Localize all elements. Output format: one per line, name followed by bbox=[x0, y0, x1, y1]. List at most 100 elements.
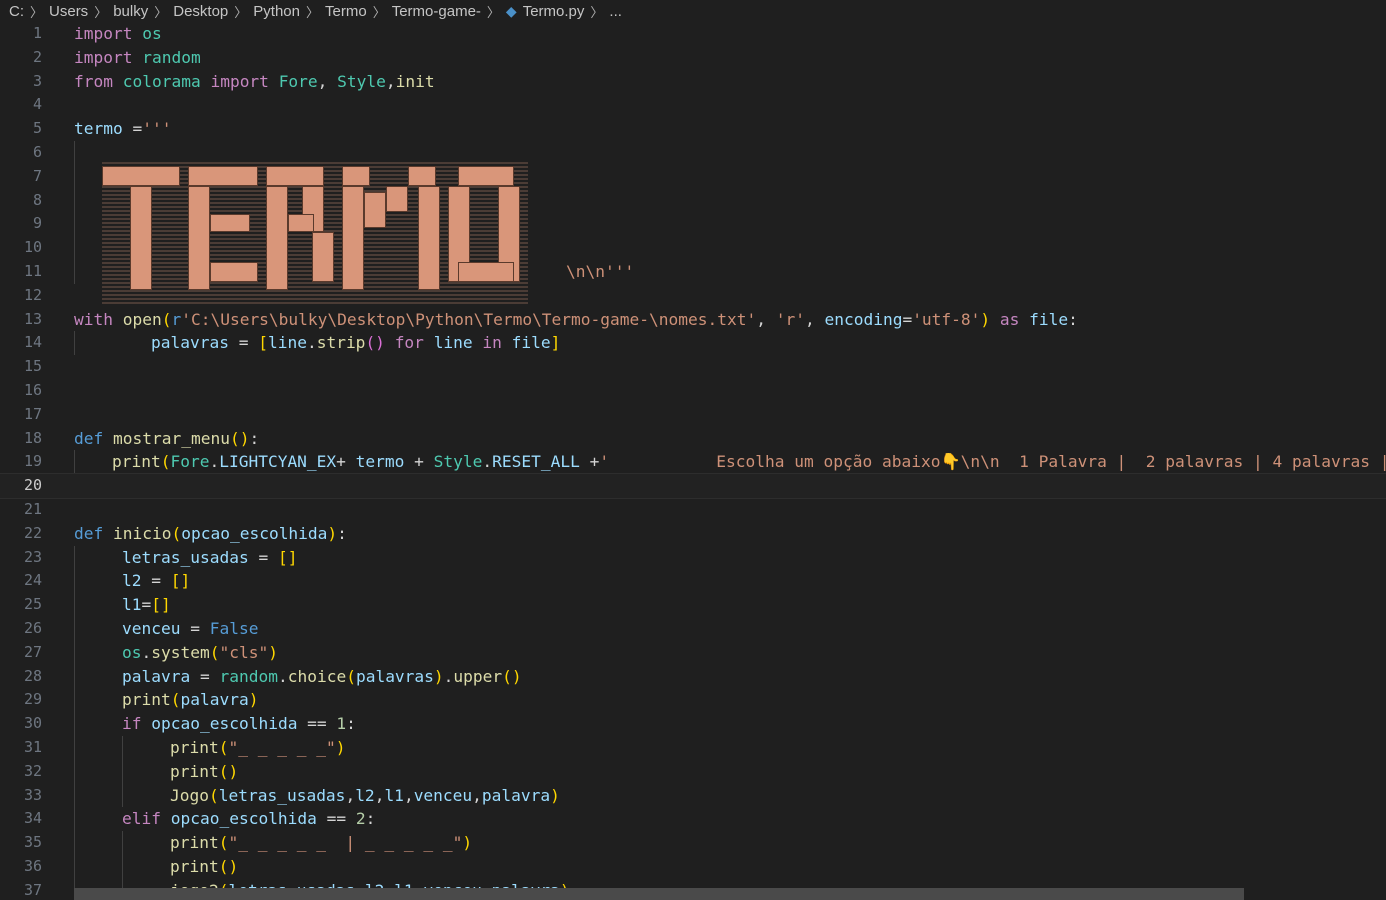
code-line[interactable]: 19 print(Fore.LIGHTCYAN_EX+ termo + Style… bbox=[0, 450, 1386, 475]
breadcrumb-file[interactable]: Termo.py bbox=[523, 3, 585, 20]
line-number: 20 bbox=[23, 476, 42, 495]
chevron-right-icon: 〉 bbox=[590, 4, 604, 20]
code-line[interactable]: 24 l2 = [] bbox=[0, 569, 1386, 594]
breadcrumb-python[interactable]: Python bbox=[253, 3, 300, 20]
code-line[interactable]: 18 def mostrar_menu(): bbox=[0, 427, 1386, 451]
breadcrumb-termo-game[interactable]: Termo-game- bbox=[392, 3, 481, 20]
line-number: 35 bbox=[23, 833, 42, 852]
code-line[interactable]: 27 os.system("cls") bbox=[0, 640, 1386, 665]
line-number: 12 bbox=[23, 285, 42, 304]
breadcrumb-bulky[interactable]: bulky bbox=[113, 3, 148, 20]
code-line[interactable]: 25 l1=[] bbox=[0, 593, 1386, 617]
line-number: 14 bbox=[23, 333, 42, 352]
code-line[interactable]: 17 bbox=[0, 403, 1386, 427]
indent-guide bbox=[74, 593, 75, 617]
indent-guide bbox=[74, 188, 75, 213]
code-line[interactable]: 31 print("_ _ _ _ _") bbox=[0, 735, 1386, 760]
chevron-right-icon: 〉 bbox=[372, 4, 386, 20]
code-text: print("_ _ _ _ _") bbox=[170, 737, 346, 757]
code-line[interactable]: 6 bbox=[0, 140, 1386, 165]
indent-guide bbox=[74, 140, 75, 165]
line-number: 9 bbox=[32, 214, 42, 233]
code-line[interactable]: 36 print() bbox=[0, 854, 1386, 879]
line-number: 8 bbox=[32, 190, 42, 209]
code-text: letras_usadas = [] bbox=[122, 547, 298, 567]
code-line[interactable]: 26 venceu = False bbox=[0, 616, 1386, 641]
breadcrumb-drive[interactable]: C: bbox=[9, 3, 24, 20]
indent-guide bbox=[74, 545, 75, 570]
code-text: def inicio(opcao_escolhida): bbox=[74, 523, 347, 543]
code-line[interactable]: 9 bbox=[0, 212, 1386, 237]
line-number: 2 bbox=[32, 47, 42, 66]
code-line[interactable]: 15 bbox=[0, 355, 1386, 379]
pointing-down-hand-icon: 👇 bbox=[940, 452, 961, 472]
horizontal-scrollbar[interactable] bbox=[74, 888, 1244, 900]
code-line[interactable]: 11 \n\n''' bbox=[0, 259, 1386, 284]
indent-guide bbox=[74, 735, 75, 760]
indent-guide bbox=[122, 735, 123, 760]
code-text: if opcao_escolhida == 1: bbox=[122, 714, 356, 734]
line-number: 18 bbox=[23, 428, 42, 447]
code-text: import random bbox=[74, 47, 201, 67]
code-line[interactable]: 23 letras_usadas = [] bbox=[0, 545, 1386, 570]
chevron-right-icon: 〉 bbox=[234, 4, 248, 20]
code-line[interactable]: 2 import random bbox=[0, 46, 1386, 70]
code-text: palavra = random.choice(palavras).upper(… bbox=[122, 666, 522, 686]
indent-guide bbox=[74, 259, 75, 284]
indent-guide bbox=[74, 688, 75, 713]
breadcrumb-termo[interactable]: Termo bbox=[325, 3, 367, 20]
line-number: 27 bbox=[23, 642, 42, 661]
code-text: Jogo(letras_usadas,l2,l1,venceu,palavra) bbox=[170, 785, 560, 805]
code-line[interactable]: 13 with open(r'C:\Users\bulky\Desktop\Pyt… bbox=[0, 308, 1386, 332]
indent-guide bbox=[74, 616, 75, 641]
code-line[interactable]: 22 def inicio(opcao_escolhida): bbox=[0, 522, 1386, 546]
line-number: 21 bbox=[23, 499, 42, 518]
code-text: with open(r'C:\Users\bulky\Desktop\Pytho… bbox=[74, 309, 1078, 329]
line-number: 26 bbox=[23, 618, 42, 637]
code-text: venceu = False bbox=[122, 618, 259, 638]
code-line[interactable]: 32 print() bbox=[0, 759, 1386, 784]
line-number: 13 bbox=[23, 309, 42, 328]
code-line[interactable]: 3 from colorama import Fore, Style,init bbox=[0, 70, 1386, 94]
indent-guide bbox=[122, 759, 123, 784]
code-line[interactable]: 12 bbox=[0, 284, 1386, 308]
code-line[interactable]: 10 bbox=[0, 236, 1386, 260]
code-line[interactable]: 29 print(palavra) bbox=[0, 688, 1386, 713]
breadcrumb-users[interactable]: Users bbox=[49, 3, 88, 20]
code-line[interactable]: 28 palavra = random.choice(palavras).uppe… bbox=[0, 664, 1386, 689]
breadcrumb-desktop[interactable]: Desktop bbox=[173, 3, 228, 20]
line-number: 37 bbox=[23, 880, 42, 899]
code-line[interactable]: 7 bbox=[0, 164, 1386, 189]
line-number: 31 bbox=[23, 737, 42, 756]
chevron-right-icon: 〉 bbox=[486, 4, 500, 20]
code-line[interactable]: 30 if opcao_escolhida == 1: bbox=[0, 712, 1386, 736]
code-line[interactable]: 8 bbox=[0, 188, 1386, 213]
code-line[interactable]: 33 Jogo(letras_usadas,l2,l1,venceu,palavr… bbox=[0, 783, 1386, 808]
code-line[interactable]: 1 import os bbox=[0, 22, 1386, 46]
code-line[interactable]: 21 bbox=[0, 498, 1386, 522]
indent-guide bbox=[74, 831, 75, 855]
code-line[interactable]: 14 palavras = [line.strip() for line in f… bbox=[0, 331, 1386, 356]
line-number: 5 bbox=[32, 119, 42, 138]
chevron-right-icon: 〉 bbox=[94, 4, 108, 20]
chevron-right-icon: 〉 bbox=[306, 4, 320, 20]
line-number: 29 bbox=[23, 690, 42, 709]
indent-guide bbox=[74, 164, 75, 189]
line-number: 33 bbox=[23, 785, 42, 804]
code-text: from colorama import Fore, Style,init bbox=[74, 71, 435, 91]
code-line-active[interactable]: 20 bbox=[0, 473, 1386, 499]
code-editor[interactable]: 1 import os 2 import random 3 from colorama… bbox=[0, 22, 1386, 900]
line-number: 19 bbox=[23, 452, 42, 471]
code-line[interactable]: 34 elif opcao_escolhida == 2: bbox=[0, 807, 1386, 832]
line-number: 25 bbox=[23, 595, 42, 614]
code-text: l1=[] bbox=[122, 595, 171, 615]
breadcrumb-symbols[interactable]: ... bbox=[609, 3, 622, 20]
chevron-right-icon: 〉 bbox=[30, 4, 44, 20]
indent-guide bbox=[74, 807, 75, 832]
code-line[interactable]: 16 bbox=[0, 379, 1386, 403]
code-line[interactable]: 5 termo =''' bbox=[0, 117, 1386, 141]
code-line[interactable]: 4 bbox=[0, 93, 1386, 117]
code-line[interactable]: 35 print("_ _ _ _ _ | _ _ _ _ _") bbox=[0, 831, 1386, 855]
line-number: 1 bbox=[32, 24, 42, 42]
code-text: print(palavra) bbox=[122, 690, 259, 710]
